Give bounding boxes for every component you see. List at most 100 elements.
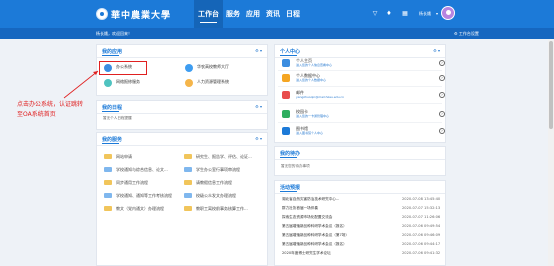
activity-item-date: 2020-07-06 09:44:17	[402, 242, 441, 246]
service-item[interactable]: 研究生、报告学、评估、论证...	[196, 154, 252, 160]
service-item[interactable]: 校级公众发文办理流程	[196, 193, 236, 199]
teacher-hall-icon[interactable]	[185, 64, 193, 72]
title-underline	[102, 143, 119, 144]
chevron-right-icon[interactable]: ›	[439, 111, 445, 117]
my-services-panel: 我的服务 ⚙ ▾	[96, 132, 268, 266]
my-todo-title: 我的待办	[280, 151, 301, 157]
divider	[97, 145, 267, 146]
office-system-highlight	[99, 61, 147, 75]
activity-item-date: 2020-07-06 09:46:09	[402, 233, 441, 237]
library-icon	[282, 127, 290, 135]
title-underline	[280, 157, 297, 158]
service-icon	[104, 193, 112, 198]
divider	[278, 86, 442, 87]
workbench-settings-button[interactable]: ⚙ 工作台设置	[454, 31, 479, 37]
personal-homepage-sub[interactable]: 进入您的个人信息查看中心	[296, 63, 332, 67]
service-icon	[184, 206, 192, 211]
activity-item-title[interactable]: 第五届增殖新品种科研学术会议（第7场）	[282, 233, 349, 238]
mail-icon	[282, 91, 290, 99]
chevron-right-icon[interactable]: ›	[439, 75, 445, 81]
service-icon	[184, 167, 192, 172]
service-icon	[104, 180, 112, 185]
service-item[interactable]: 教文（党内通文）办理流程	[116, 206, 164, 212]
activity-item-title[interactable]: 探索生态资源市场化配置交流会	[282, 215, 332, 220]
nav-workbench[interactable]: 工作台	[194, 0, 223, 28]
todo-empty-text: 暂无您的待办事项	[281, 164, 310, 168]
more-options-icon[interactable]: ⚙ ▾	[255, 48, 262, 53]
personal-center-title: 个人中心	[280, 49, 301, 55]
service-icon	[104, 167, 112, 172]
activity-item-title[interactable]: 2020年度博士研究生学术论坛	[282, 251, 331, 256]
more-options-icon[interactable]: ⚙ ▾	[255, 136, 262, 141]
chevron-down-icon[interactable]: ▾	[436, 11, 438, 16]
activity-item-date: 2020-07-07 15:32:13	[402, 206, 441, 210]
campus-card-sub[interactable]: 进入您的一卡通管理中心	[296, 114, 329, 118]
welcome-text: 杨长娥，欢迎回来！	[96, 31, 132, 36]
service-item[interactable]: 学校通知与综合信息、论文...	[116, 167, 168, 173]
activity-item-title[interactable]: 第五届增殖新品种科研学术会议（报名）	[282, 242, 347, 247]
chevron-right-icon[interactable]: ›	[439, 92, 445, 98]
scrollbar-thumb[interactable]	[549, 41, 553, 129]
workbench-settings-label: 工作台设置	[458, 31, 479, 36]
annotation-text: 点击办公系统，认证跳转 至OA系统首页	[17, 100, 83, 120]
app-teacher-hall[interactable]: 华农高校教师大厅	[197, 64, 229, 70]
my-schedule-panel: 我的日程 ⚙ ▾ 暂无个人日程提醒	[96, 100, 268, 130]
avatar[interactable]	[441, 6, 455, 20]
divider	[278, 70, 442, 71]
activity-item-title[interactable]: 群力社协首届一场伴奏	[282, 206, 318, 211]
network-repair-icon[interactable]	[104, 79, 112, 87]
service-icon	[184, 193, 192, 198]
divider	[97, 113, 267, 114]
title-underline	[280, 55, 297, 56]
my-schedule-title: 我的日程	[102, 105, 123, 111]
divider	[278, 122, 442, 123]
my-todo-panel: 我的待办 暂无您的待办事项	[274, 146, 446, 176]
nav-news[interactable]: 资讯	[263, 0, 283, 28]
nav-services[interactable]: 服务	[223, 0, 243, 28]
library-sub[interactable]: 进入图书馆个人中心	[296, 131, 323, 135]
service-item[interactable]: 学校通知、通知等工作考核流程	[116, 193, 172, 199]
service-icon	[104, 206, 112, 211]
annotation-line-2: 至OA系统首页	[17, 111, 56, 118]
nav-schedule[interactable]: 日程	[283, 0, 303, 28]
university-logo-text: 華中農業大學	[111, 11, 172, 21]
service-item[interactable]: 同步通用工作流程	[116, 180, 148, 186]
mail-address[interactable]: yangzhuoqin@mail.hzau.edu.cn	[296, 95, 344, 99]
grid-menu-icon[interactable]: ▦	[402, 11, 408, 17]
notification-bell-icon[interactable]: ♦	[386, 11, 392, 17]
service-item[interactable]: 教职工离校前事务核算工作...	[196, 206, 248, 212]
activity-item-title[interactable]: 湖北省自然灾害防治技术研究中心...	[282, 197, 339, 202]
activities-title: 活动预报	[280, 185, 301, 191]
chevron-right-icon[interactable]: ›	[439, 128, 445, 134]
annotation-line-1: 点击办公系统，认证跳转	[17, 101, 84, 108]
filter-icon[interactable]: ▽	[372, 11, 378, 17]
service-item[interactable]: 网站申请	[116, 154, 132, 160]
more-options-icon[interactable]: ⚙ ▾	[433, 48, 440, 53]
activity-item-date: 2020-07-08 13:45:40	[402, 197, 441, 201]
service-item[interactable]: 请教假信息工作流程	[196, 180, 232, 186]
nav-apps[interactable]: 应用	[243, 0, 263, 28]
more-options-icon[interactable]: ⚙ ▾	[255, 104, 262, 109]
my-apps-title: 我的应用	[102, 49, 123, 55]
title-underline	[102, 55, 119, 56]
profile-icon	[282, 59, 290, 67]
service-icon	[104, 154, 112, 159]
chevron-right-icon[interactable]: ›	[439, 60, 445, 66]
service-item[interactable]: 学生办公室行事项审流程	[196, 167, 240, 173]
activity-item-title[interactable]: 第五届增殖新品种科研学术会议（报名）	[282, 224, 347, 229]
my-services-title: 我的服务	[102, 137, 123, 143]
service-icon	[184, 180, 192, 185]
divider	[97, 57, 267, 58]
hr-system-icon[interactable]	[185, 79, 193, 87]
user-name[interactable]: 杨长娥	[419, 11, 431, 17]
divider	[275, 193, 445, 194]
data-center-sub[interactable]: 进入您的个人数据中心	[296, 78, 326, 82]
university-logo-icon	[96, 8, 108, 20]
app-hr-system[interactable]: 人力资源管理系统	[197, 79, 229, 85]
activity-item-date: 2020-07-06 09:41:32	[402, 251, 441, 255]
nav-workbench-label: 工作台	[198, 10, 219, 18]
title-underline	[280, 191, 297, 192]
schedule-empty-text: 暂无个人日程提醒	[103, 116, 132, 120]
app-network-repair[interactable]: 网络报修服务	[116, 79, 140, 85]
data-center-icon	[282, 74, 290, 82]
